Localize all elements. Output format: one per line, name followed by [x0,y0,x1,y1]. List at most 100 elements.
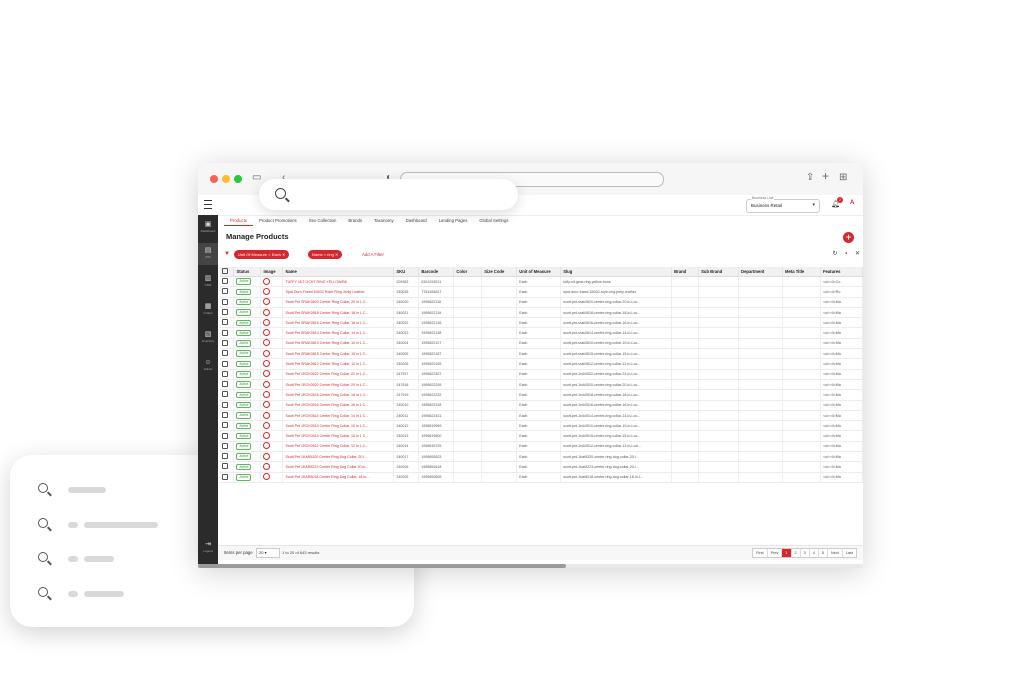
column-header[interactable]: Meta Title [782,267,821,277]
sidebar-item-pim[interactable]: ▤ PIM [198,243,218,265]
clear-filters-icon[interactable]: ✕ [855,251,860,257]
table-row[interactable]: Active Scott Pet 1RCK0515 Center Ring Col… [220,430,863,442]
tab-dashboard[interactable]: Dashboard [400,216,433,226]
row-checkbox[interactable] [220,461,235,473]
name-cell[interactable]: Scott Pet 1RCK0516 Center Ring Collar, 1… [282,400,395,411]
tab-landing-pages[interactable]: Landing Pages [433,216,474,226]
name-cell[interactable]: Scott Pet 1RCK0522 Center Ring Collar, 2… [282,369,395,380]
name-cell[interactable]: Scott Pet 1KAR5320 Center Ring Dog Colla… [282,451,395,463]
row-checkbox[interactable] [220,358,235,370]
row-checkbox[interactable] [220,472,235,483]
pager-prev[interactable]: Prev [768,549,783,557]
name-cell[interactable]: Scott Pet SRAK0820 Center Ring Collar, 2… [282,297,395,308]
pager-page[interactable]: 2 [792,549,801,557]
maximize-window-button[interactable] [234,175,242,183]
pager-next[interactable]: Next [828,549,843,557]
row-checkbox[interactable] [220,307,235,319]
tab-seo-collection[interactable]: Seo Collection [303,216,343,226]
tab-products[interactable]: Products [224,216,253,226]
suggestion-row[interactable] [38,552,114,566]
row-checkbox[interactable] [220,317,235,329]
name-cell[interactable]: Scott Pet SRAK0815 Center Ring Collar, 1… [282,348,395,360]
horizontal-scrollbar[interactable] [198,564,863,568]
pager-page[interactable]: 1 [782,549,792,557]
filter-chip-unit-of-measure[interactable]: Unit Of Measure = Each ✕ [234,250,290,259]
filter-icon[interactable]: ▼ [224,251,230,257]
close-icon[interactable]: ✕ [335,252,338,257]
table-row[interactable]: Active Scott Pet SRAK0815 Center Ring Col… [220,348,863,360]
sidebar-toggle-icon[interactable]: ▭ [252,172,261,183]
name-cell[interactable]: Scott Pet 1RCK0514 Center Ring Collar, 1… [282,410,395,422]
row-checkbox[interactable] [220,379,235,391]
tab-product-promotions[interactable]: Product Promotions [253,216,303,226]
table-row[interactable]: Active TUFFY ULT OCHT RING YELLOW/BK 20938… [220,276,863,288]
column-header[interactable]: Sub Brand [698,267,740,277]
scrollbar-thumb[interactable] [198,564,566,568]
name-cell[interactable]: Scott Pet SRAK0814 Center Ring Collar, 1… [282,327,395,339]
name-cell[interactable]: Scott Pet 1RCK0510 Center Ring Collar, 1… [282,420,395,432]
column-header[interactable]: Barcode [418,267,455,277]
floating-search-bar[interactable] [259,179,518,210]
pager-page[interactable]: 3 [801,549,810,557]
business-unit-select[interactable]: Business Unit Business Retail ▾ [746,196,820,213]
name-cell[interactable]: Scott Pet SRAK0812 Center Ring Collar, 1… [282,358,395,370]
table-row[interactable]: Active Scott Pet 1RCK0514 Center Ring Col… [220,410,863,422]
name-cell[interactable]: Scott Pet 1RCK0520 Center Ring Collar, 2… [282,379,395,391]
pager-last[interactable]: Last [843,549,856,557]
column-header[interactable]: Unit of Measure [516,267,562,277]
minimize-window-button[interactable] [222,175,230,183]
table-row[interactable]: Active Scott Pet 1RCK0512 Center Ring Col… [220,441,863,453]
column-header[interactable]: Name [282,267,395,277]
column-header[interactable]: Color [453,267,483,277]
name-cell[interactable]: Scott Pet 1KAR5018 Center Ring Dog Colla… [282,472,395,483]
table-row[interactable]: Active Scott Pet 1RCK0518 Center Ring Col… [220,389,863,401]
table-row[interactable]: Active Scott Pet 1KAR5018 Center Ring Dog… [220,472,863,483]
name-cell[interactable]: Scott Pet SRAK0810 Center Ring Collar, 1… [282,338,395,350]
row-checkbox[interactable] [220,327,235,339]
save-icon[interactable]: ▪ [845,251,847,257]
row-checkbox[interactable] [220,441,235,453]
table-row[interactable]: Active Scott Pet SRAK0814 Center Ring Col… [220,327,863,339]
select-all-checkbox[interactable] [220,267,235,277]
row-checkbox[interactable] [220,276,235,288]
column-header[interactable]: Department [738,267,783,277]
name-cell[interactable]: Scott Pet SRAK0816 Center Ring Collar, 1… [282,317,395,329]
sidebar-item-logout[interactable]: ⇥ Logout [198,537,218,559]
table-row[interactable]: Active Scott Pet SRAK0812 Center Ring Col… [220,358,863,370]
table-row[interactable]: Active Scott Pet 1RCK0522 Center Ring Col… [220,369,863,380]
table-row[interactable]: Active Scott Pet SRAK0816 Center Ring Col… [220,317,863,329]
sidebar-item-dashboard[interactable]: ▣ Dashboard [198,217,218,239]
column-header[interactable]: SKU [393,267,420,277]
name-cell[interactable]: Scott Pet 1RCK0512 Center Ring Collar, 1… [282,441,395,453]
row-checkbox[interactable] [220,348,235,360]
table-row[interactable]: Active Scott Pet SRAK0810 Center Ring Col… [220,338,863,350]
close-window-button[interactable] [210,175,218,183]
row-checkbox[interactable] [220,369,235,380]
row-checkbox[interactable] [220,410,235,422]
column-header[interactable]: Brand [671,267,700,277]
add-filter-link[interactable]: Add A Filter [362,250,384,259]
table-row[interactable]: Active Scott Pet 1KAR5320 Center Ring Dog… [220,451,863,463]
name-cell[interactable]: Scott Pet 1KAR5223 Center Ring Dog Colla… [282,461,395,473]
suggestion-row[interactable] [38,587,124,601]
row-checkbox[interactable] [220,400,235,411]
row-checkbox[interactable] [220,420,235,432]
column-header[interactable]: Slug [560,267,673,277]
pager-page[interactable]: 5 [819,549,828,557]
refresh-icon[interactable]: ↻ [832,251,837,257]
table-row[interactable]: Active Scott Pet SRAK0820 Center Ring Col… [220,297,863,308]
name-cell[interactable]: Scott Pet SRAK0818 Center Ring Collar, 1… [282,307,395,319]
row-checkbox[interactable] [220,338,235,350]
name-cell[interactable]: TUFFY ULT OCHT RING YELLOW/BK [282,276,395,288]
tab-taxonomy[interactable]: Taxonomy [368,216,400,226]
row-checkbox[interactable] [220,286,235,298]
tab-brands[interactable]: Brands [342,216,368,226]
table-row[interactable]: Active Spot Duro-Fused 54032 Rope Ring Je… [220,286,863,298]
sidebar-item-orders[interactable]: ▦ Orders [198,299,218,321]
name-cell[interactable]: Scott Pet 1RCK0515 Center Ring Collar, 1… [282,430,395,442]
column-header[interactable]: Status [233,267,262,277]
tab-global-settings[interactable]: Global Settings [473,216,514,226]
filter-chip-name[interactable]: Name ≈ ring ✕ [308,250,343,259]
items-per-page-select[interactable]: 20 ▾ [256,548,280,558]
table-row[interactable]: Active Scott Pet SRAK0818 Center Ring Col… [220,307,863,319]
